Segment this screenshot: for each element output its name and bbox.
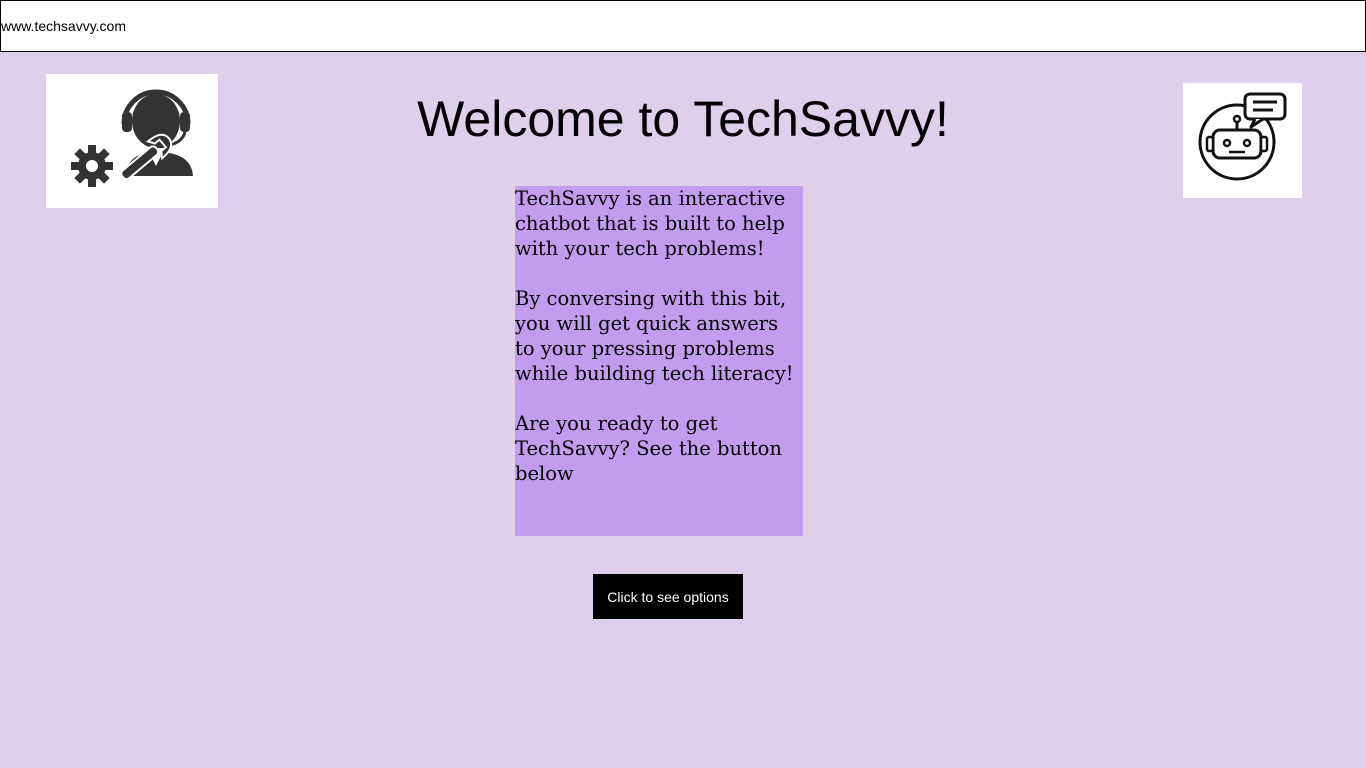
page-title: Welcome to TechSavvy! <box>417 91 949 147</box>
intro-text-box: TechSavvy is an interactive chatbot that… <box>515 186 803 536</box>
chatbot-logo <box>1183 83 1302 198</box>
intro-paragraph: TechSavvy is an interactive chatbot that… <box>515 187 786 260</box>
intro-paragraph: By conversing with this bit, you will ge… <box>515 287 794 385</box>
address-bar-url: www.techsavvy.com <box>1 18 126 34</box>
see-options-button[interactable]: Click to see options <box>593 574 743 619</box>
chatbot-robot-icon <box>1198 92 1287 181</box>
address-bar[interactable]: www.techsavvy.com <box>0 0 1366 52</box>
intro-paragraph: Are you ready to get TechSavvy? See the … <box>515 412 782 485</box>
